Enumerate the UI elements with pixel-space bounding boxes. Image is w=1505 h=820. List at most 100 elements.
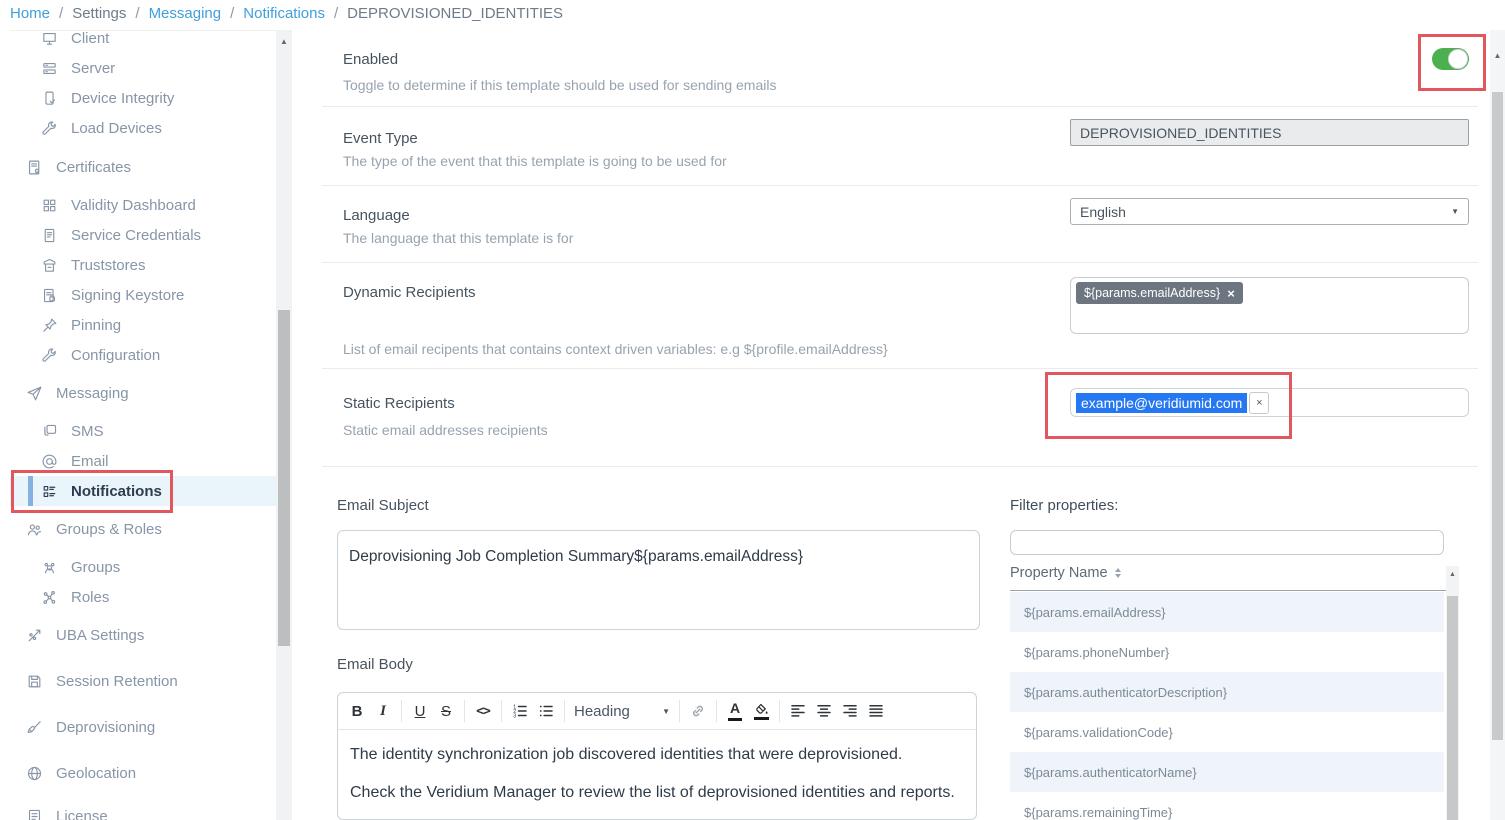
sidebar-item-messaging[interactable]: Messaging [10, 378, 276, 408]
roles-icon [40, 588, 58, 606]
sidebar-item-roles[interactable]: Roles [10, 582, 276, 612]
enabled-help: Toggle to determine if this template sho… [343, 77, 776, 93]
underline-button[interactable]: U [407, 698, 433, 724]
breadcrumb-separator: / [59, 5, 63, 22]
heading-dropdown[interactable]: Heading ▼ [570, 703, 674, 720]
bold-button[interactable]: B [344, 698, 370, 724]
table-scrollbar-thumb[interactable] [1447, 596, 1458, 820]
sidebar-item-truststores[interactable]: Truststores [10, 250, 276, 280]
align-right-button[interactable] [837, 698, 863, 724]
italic-button[interactable]: I [370, 698, 396, 724]
sidebar-item-groups[interactable]: Groups [10, 552, 276, 582]
text-color-button[interactable]: A [722, 698, 748, 724]
sidebar-item-label: Configuration [71, 347, 160, 364]
sidebar-item-sms[interactable]: SMS [10, 416, 276, 446]
configuration-icon [40, 346, 58, 364]
align-left-button[interactable] [785, 698, 811, 724]
filter-properties-input[interactable] [1010, 530, 1444, 555]
sidebar-item-label: Groups [71, 559, 120, 576]
sidebar-item-label: Truststores [71, 257, 145, 274]
code-button[interactable]: <> [470, 698, 496, 724]
text-color-letter: A [728, 701, 742, 720]
static-recipients-help: Static email addresses recipients [343, 422, 548, 438]
email-subject-label: Email Subject [337, 497, 429, 514]
event-type-label: Event Type [343, 130, 418, 147]
sidebar-item-configuration[interactable]: Configuration [10, 340, 276, 370]
highlight-color-bar [754, 717, 769, 720]
sidebar-item-service-credentials[interactable]: Service Credentials [10, 220, 276, 250]
link-button[interactable] [685, 698, 711, 724]
sidebar-item-certificates[interactable]: Certificates [10, 152, 276, 182]
enabled-toggle[interactable] [1432, 48, 1469, 70]
language-select-value: English [1080, 204, 1126, 220]
justify-button[interactable] [863, 698, 889, 724]
sidebar-item-load-devices[interactable]: Load Devices [10, 113, 276, 143]
property-row[interactable]: ${params.phoneNumber} [1010, 632, 1444, 672]
sidebar-item-label: Geolocation [56, 765, 136, 782]
page-scrollbar-thumb[interactable] [1492, 92, 1503, 740]
sidebar-item-label: Groups & Roles [56, 521, 162, 538]
sidebar-item-server[interactable]: Server [10, 53, 276, 83]
certificates-icon [25, 158, 43, 176]
sidebar-item-label: Validity Dashboard [71, 197, 196, 214]
static-recipients-field[interactable]: example@veridiumid.com × [1070, 388, 1469, 417]
remove-chip-icon[interactable]: × [1249, 392, 1269, 414]
sidebar-item-label: Session Retention [56, 673, 178, 690]
sidebar-item-device-integrity[interactable]: Device Integrity [10, 83, 276, 113]
ordered-list-button[interactable]: 123 [507, 698, 533, 724]
sidebar-item-email[interactable]: Email [10, 446, 276, 476]
breadcrumb-settings: Settings [72, 5, 126, 22]
breadcrumb-messaging[interactable]: Messaging [149, 5, 222, 22]
sidebar-item-label: Deprovisioning [56, 719, 155, 736]
sidebar-item-label: Client [71, 30, 109, 47]
row-divider [322, 106, 1478, 107]
sidebar-item-deprovisioning[interactable]: Deprovisioning [10, 712, 276, 742]
email-body-content[interactable]: The identity synchronization job discove… [338, 730, 976, 805]
toolbar-separator [401, 700, 402, 722]
dynamic-recipients-field[interactable]: ${params.emailAddress} × [1070, 277, 1469, 334]
sidebar-item-label: Load Devices [71, 120, 162, 137]
sidebar-item-session-retention[interactable]: Session Retention [10, 666, 276, 696]
geolocation-icon [25, 764, 43, 782]
sidebar-item-validity-dashboard[interactable]: Validity Dashboard [10, 190, 276, 220]
service-credentials-icon [40, 226, 58, 244]
language-help: The language that this template is for [343, 230, 573, 246]
license-icon [25, 807, 43, 820]
toolbar-separator [464, 700, 465, 722]
property-row[interactable]: ${params.authenticatorName} [1010, 752, 1444, 792]
highlight-color-button[interactable] [748, 698, 774, 724]
property-row[interactable]: ${params.remainingTime} [1010, 792, 1444, 820]
align-center-button[interactable] [811, 698, 837, 724]
sidebar-item-groups-roles[interactable]: Groups & Roles [10, 514, 276, 544]
property-row[interactable]: ${params.emailAddress} [1010, 592, 1444, 632]
toolbar-separator [501, 700, 502, 722]
sidebar-item-client[interactable]: Client [10, 30, 276, 53]
chevron-down-icon: ▼ [662, 707, 670, 716]
editor-toolbar: B I U S <> 123 Heading ▼ A [338, 693, 976, 730]
sidebar-item-license[interactable]: License [10, 801, 276, 820]
breadcrumb-separator: / [230, 5, 234, 22]
breadcrumb-separator: / [135, 5, 139, 22]
property-name-column-header[interactable]: Property Name [1010, 565, 1121, 581]
strikethrough-button[interactable]: S [433, 698, 459, 724]
sidebar-item-signing-keystore[interactable]: Signing Keystore [10, 280, 276, 310]
table-scrollbar-up-arrow[interactable]: ▲ [1446, 570, 1459, 580]
breadcrumb-notifications[interactable]: Notifications [243, 5, 325, 22]
page-scrollbar-up-arrow[interactable]: ▲ [1490, 51, 1505, 61]
breadcrumb-home[interactable]: Home [10, 5, 50, 22]
active-indicator-bar [28, 476, 33, 506]
sidebar-scrollbar-up-arrow[interactable]: ▲ [276, 37, 292, 47]
sidebar-item-geolocation[interactable]: Geolocation [10, 758, 276, 788]
sidebar-item-pinning[interactable]: Pinning [10, 310, 276, 340]
property-row[interactable]: ${params.validationCode} [1010, 712, 1444, 752]
table-header-divider [1010, 590, 1447, 591]
language-select[interactable]: English ▼ [1070, 198, 1469, 225]
remove-tag-icon[interactable]: × [1227, 287, 1235, 300]
email-subject-input[interactable]: Deprovisioning Job Completion Summary${p… [337, 530, 980, 630]
sidebar-scrollbar-thumb[interactable] [278, 310, 290, 646]
sidebar-item-notifications[interactable]: Notifications [10, 476, 276, 506]
language-label: Language [343, 207, 410, 224]
property-row[interactable]: ${params.authenticatorDescription} [1010, 672, 1444, 712]
sidebar-item-uba-settings[interactable]: UBA Settings [10, 620, 276, 650]
unordered-list-button[interactable] [533, 698, 559, 724]
